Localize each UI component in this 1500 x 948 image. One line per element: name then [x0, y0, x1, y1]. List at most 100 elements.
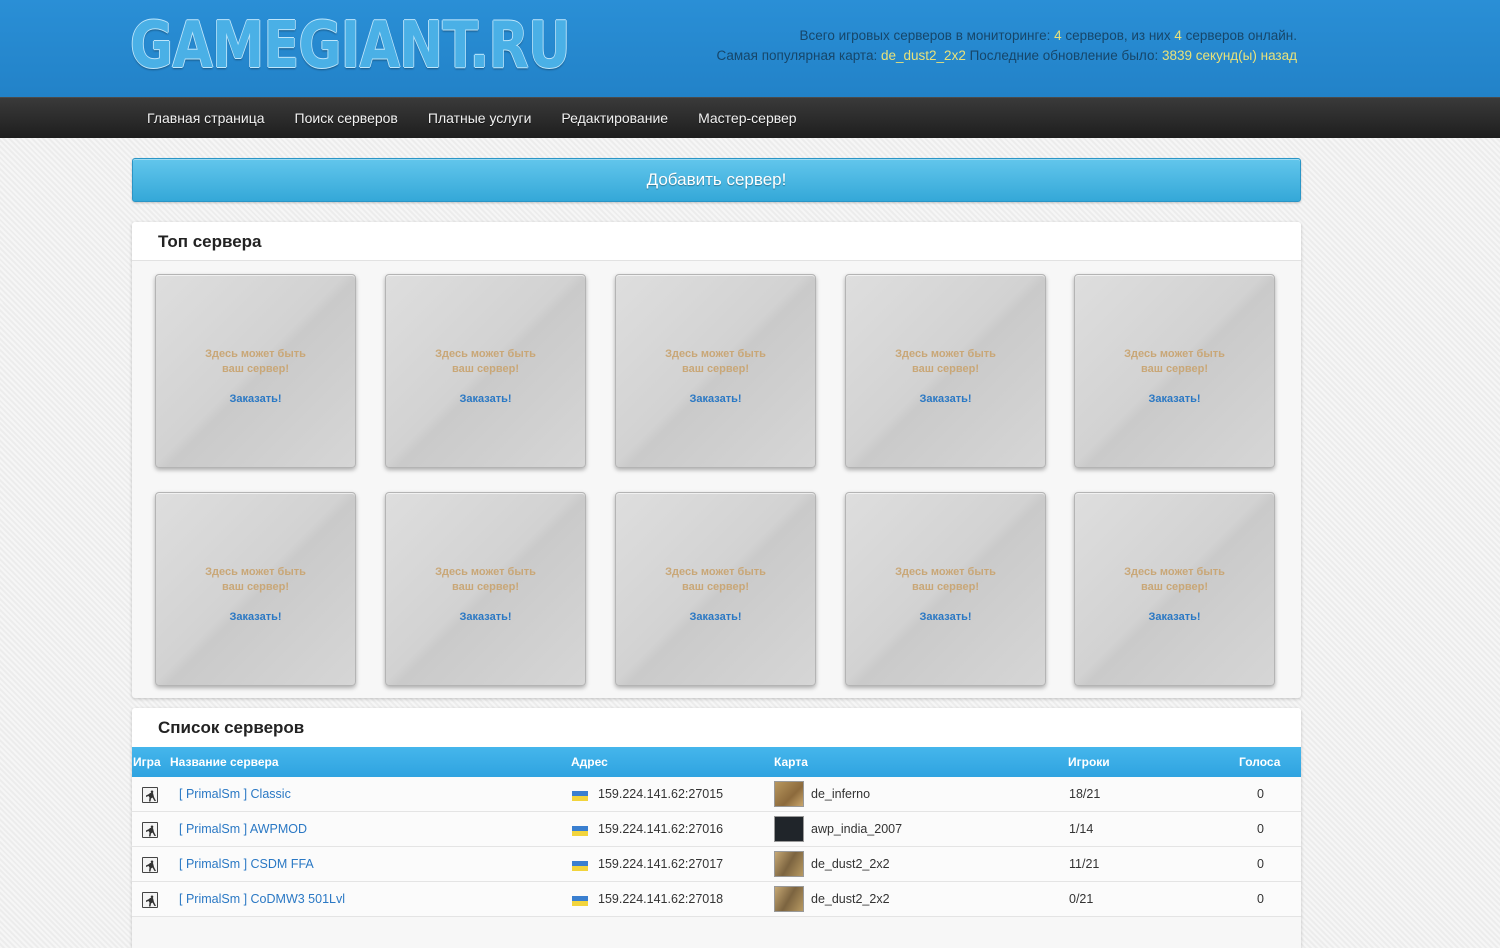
server-table-header: Игра Название сервера Адрес Карта Игроки… [132, 747, 1301, 777]
slot-text-line-1: Здесь может быть [665, 566, 766, 578]
stats-line-1: Всего игровых серверов в мониторинге: 4 … [597, 26, 1297, 46]
order-slot-link[interactable]: Заказать! [386, 393, 585, 405]
slot-placeholder-text: Здесь может быть ваш сервер! [1075, 565, 1274, 595]
counter-strike-icon [142, 787, 158, 803]
server-players: 0/21 [1069, 892, 1094, 906]
counter-strike-icon [142, 857, 158, 873]
stats-last-update: 3839 секунд(ы) назад [1161, 48, 1297, 63]
column-map[interactable]: Карта [774, 747, 808, 777]
stats-last-update-label: Последние обновление было: [969, 48, 1159, 63]
site-logo[interactable]: GAMEGIANT.RU [130, 10, 571, 82]
ukraine-flag-icon [572, 861, 588, 871]
counter-strike-icon [142, 892, 158, 908]
server-votes: 0 [1257, 822, 1264, 836]
stats-total-label: Всего игровых серверов в мониторинге: [799, 28, 1051, 43]
server-name-link[interactable]: [ PrimalSm ] Classic [179, 777, 291, 812]
server-name-link[interactable]: [ PrimalSm ] CoDMW3 501Lvl [179, 882, 345, 917]
server-map: awp_india_2007 [811, 822, 903, 836]
nav-item-master-server[interactable]: Мастер-сервер [698, 98, 797, 138]
server-votes: 0 [1257, 857, 1264, 871]
slot-text-line-2: ваш сервер! [681, 363, 750, 375]
table-row[interactable]: [ PrimalSm ] Classic 159.224.141.62:27015… [132, 777, 1301, 812]
nav-item-paid-services[interactable]: Платные услуги [428, 98, 532, 138]
slot-text-line-2: ваш сервер! [451, 363, 520, 375]
top-servers-panel: Топ сервера Здесь может быть ваш сервер! З… [132, 222, 1301, 698]
server-list-title: Список серверов [132, 708, 1301, 747]
stats-online-label: серверов, из них [1065, 28, 1171, 43]
site-header: GAMEGIANT.RU Всего игровых серверов в мо… [0, 0, 1500, 97]
server-map: de_inferno [811, 787, 871, 801]
server-address[interactable]: 159.224.141.62:27016 [598, 812, 723, 847]
stats-line-2: Самая популярная карта: de_dust2_2x2 Пос… [597, 46, 1297, 66]
server-players: 1/14 [1069, 822, 1094, 836]
column-server-name[interactable]: Название сервера [170, 747, 279, 777]
nav-item-edit[interactable]: Редактирование [561, 98, 668, 138]
order-slot-link[interactable]: Заказать! [156, 611, 355, 623]
table-row[interactable]: [ PrimalSm ] CSDM FFA 159.224.141.62:2701… [132, 847, 1301, 882]
order-slot-link[interactable]: Заказать! [616, 393, 815, 405]
slot-text-line-2: ваш сервер! [1140, 363, 1209, 375]
top-server-slot[interactable]: Здесь может быть ваш сервер! Заказать! [845, 492, 1046, 686]
server-name-link[interactable]: [ PrimalSm ] AWPMOD [179, 812, 307, 847]
slot-placeholder-text: Здесь может быть ваш сервер! [616, 565, 815, 595]
top-server-slot[interactable]: Здесь может быть ваш сервер! Заказать! [155, 274, 356, 468]
top-server-slot[interactable]: Здесь может быть ваш сервер! Заказать! [385, 492, 586, 686]
map-thumbnail [774, 816, 804, 842]
slot-text-line-2: ваш сервер! [911, 581, 980, 593]
order-slot-link[interactable]: Заказать! [846, 611, 1045, 623]
slot-text-line-2: ваш сервер! [221, 581, 290, 593]
top-server-slot[interactable]: Здесь может быть ваш сервер! Заказать! [155, 492, 356, 686]
server-address[interactable]: 159.224.141.62:27017 [598, 847, 723, 882]
slot-text-line-2: ваш сервер! [221, 363, 290, 375]
column-address[interactable]: Адрес [571, 747, 608, 777]
counter-strike-icon [142, 822, 158, 838]
server-table-body: [ PrimalSm ] Classic 159.224.141.62:27015… [132, 777, 1301, 917]
column-players[interactable]: Игроки [1068, 747, 1110, 777]
slot-text-line-2: ваш сервер! [911, 363, 980, 375]
server-name-link[interactable]: [ PrimalSm ] CSDM FFA [179, 847, 314, 882]
slot-text-line-1: Здесь может быть [435, 566, 536, 578]
stats-popular-map: de_dust2_2x2 [881, 48, 966, 63]
top-servers-grid: Здесь может быть ваш сервер! Заказать! Здес… [132, 261, 1301, 698]
slot-placeholder-text: Здесь может быть ваш сервер! [616, 347, 815, 377]
slot-text-line-1: Здесь может быть [665, 348, 766, 360]
order-slot-link[interactable]: Заказать! [1075, 393, 1274, 405]
top-server-slot[interactable]: Здесь может быть ваш сервер! Заказать! [615, 274, 816, 468]
top-server-slot[interactable]: Здесь может быть ваш сервер! Заказать! [1074, 492, 1275, 686]
add-server-button[interactable]: Добавить сервер! [132, 158, 1301, 202]
slot-placeholder-text: Здесь может быть ваш сервер! [156, 347, 355, 377]
nav-item-search-servers[interactable]: Поиск серверов [295, 98, 398, 138]
top-server-slot[interactable]: Здесь может быть ваш сервер! Заказать! [845, 274, 1046, 468]
top-server-slot[interactable]: Здесь может быть ваш сервер! Заказать! [615, 492, 816, 686]
ukraine-flag-icon [572, 896, 588, 906]
slot-text-line-1: Здесь может быть [895, 348, 996, 360]
table-row[interactable]: [ PrimalSm ] AWPMOD 159.224.141.62:27016 a… [132, 812, 1301, 847]
slot-placeholder-text: Здесь может быть ваш сервер! [386, 565, 585, 595]
top-server-slot[interactable]: Здесь может быть ваш сервер! Заказать! [1074, 274, 1275, 468]
order-slot-link[interactable]: Заказать! [616, 611, 815, 623]
order-slot-link[interactable]: Заказать! [386, 611, 585, 623]
server-address[interactable]: 159.224.141.62:27015 [598, 777, 723, 812]
stats-popular-map-label: Самая популярная карта: [716, 48, 878, 63]
stats-online-count: 4 [1174, 28, 1182, 43]
table-row[interactable]: [ PrimalSm ] CoDMW3 501Lvl 159.224.141.62… [132, 882, 1301, 917]
order-slot-link[interactable]: Заказать! [1075, 611, 1274, 623]
slot-placeholder-text: Здесь может быть ваш сервер! [386, 347, 585, 377]
main-nav: Главная страница Поиск серверов Платные … [0, 97, 1500, 138]
stats-total-count: 4 [1054, 28, 1062, 43]
server-address[interactable]: 159.224.141.62:27018 [598, 882, 723, 917]
slot-text-line-1: Здесь может быть [435, 348, 536, 360]
order-slot-link[interactable]: Заказать! [156, 393, 355, 405]
server-map: de_dust2_2x2 [811, 857, 890, 871]
ukraine-flag-icon [572, 826, 588, 836]
column-votes[interactable]: Голоса [1239, 747, 1280, 777]
column-game[interactable]: Игра [133, 747, 161, 777]
slot-text-line-1: Здесь может быть [205, 348, 306, 360]
top-server-slot[interactable]: Здесь может быть ваш сервер! Заказать! [385, 274, 586, 468]
slot-placeholder-text: Здесь может быть ваш сервер! [156, 565, 355, 595]
server-map: de_dust2_2x2 [811, 892, 890, 906]
nav-item-home[interactable]: Главная страница [147, 98, 265, 138]
order-slot-link[interactable]: Заказать! [846, 393, 1045, 405]
slot-placeholder-text: Здесь может быть ваш сервер! [1075, 347, 1274, 377]
server-votes: 0 [1257, 787, 1264, 801]
